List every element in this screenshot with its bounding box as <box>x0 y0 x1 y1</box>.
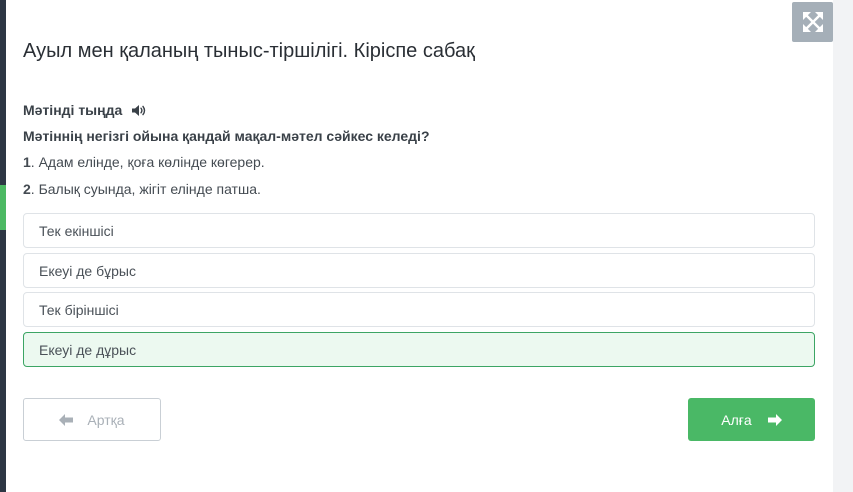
statement-text: . Балық суында, жігіт елінде патша. <box>30 181 261 197</box>
fullscreen-button[interactable] <box>792 2 833 42</box>
speaker-button[interactable] <box>131 104 146 117</box>
statement-2: 2. Балық суында, жігіт елінде патша. <box>23 181 261 197</box>
back-button[interactable]: Артқа <box>23 398 161 441</box>
page-title: Ауыл мен қаланың тыныс-тіршілігі. Кірісп… <box>23 40 475 62</box>
answer-option-4-selected[interactable]: Екеуі де дұрыс <box>23 332 815 367</box>
listen-text-row: Мәтінді тыңда <box>23 102 146 118</box>
statement-text: . Адам елінде, қоға көлінде көгерер. <box>30 154 265 170</box>
statement-number: 2 <box>23 181 31 197</box>
volume-icon <box>132 104 146 116</box>
back-button-label: Артқа <box>87 411 125 428</box>
answer-option-label: Екеуі де дұрыс <box>39 341 137 358</box>
answer-option-3[interactable]: Тек біріншісі <box>23 292 815 327</box>
expand-arrows-icon <box>802 12 823 32</box>
answer-option-1[interactable]: Тек екіншісі <box>23 213 815 248</box>
listen-label: Мәтінді тыңда <box>23 102 123 118</box>
answer-option-label: Тек біріншісі <box>39 301 119 318</box>
question-text: Мәтіннің негізгі ойына қандай мақал-мәте… <box>23 128 430 144</box>
statement-1: 1. Адам елінде, қоға көлінде көгерер. <box>23 154 265 170</box>
arrow-left-icon <box>59 413 74 426</box>
sidebar-active-indicator <box>0 185 6 230</box>
statement-number: 1 <box>23 154 31 170</box>
arrow-right-icon <box>767 413 782 426</box>
answer-option-label: Екеуі де бұрыс <box>39 262 136 279</box>
next-button-label: Алға <box>721 411 752 428</box>
left-sidebar-edge <box>0 0 6 492</box>
answer-option-label: Тек екіншісі <box>39 222 114 239</box>
answer-option-2[interactable]: Екеуі де бұрыс <box>23 253 815 288</box>
right-panel-edge <box>833 0 853 492</box>
next-button[interactable]: Алға <box>688 398 815 441</box>
